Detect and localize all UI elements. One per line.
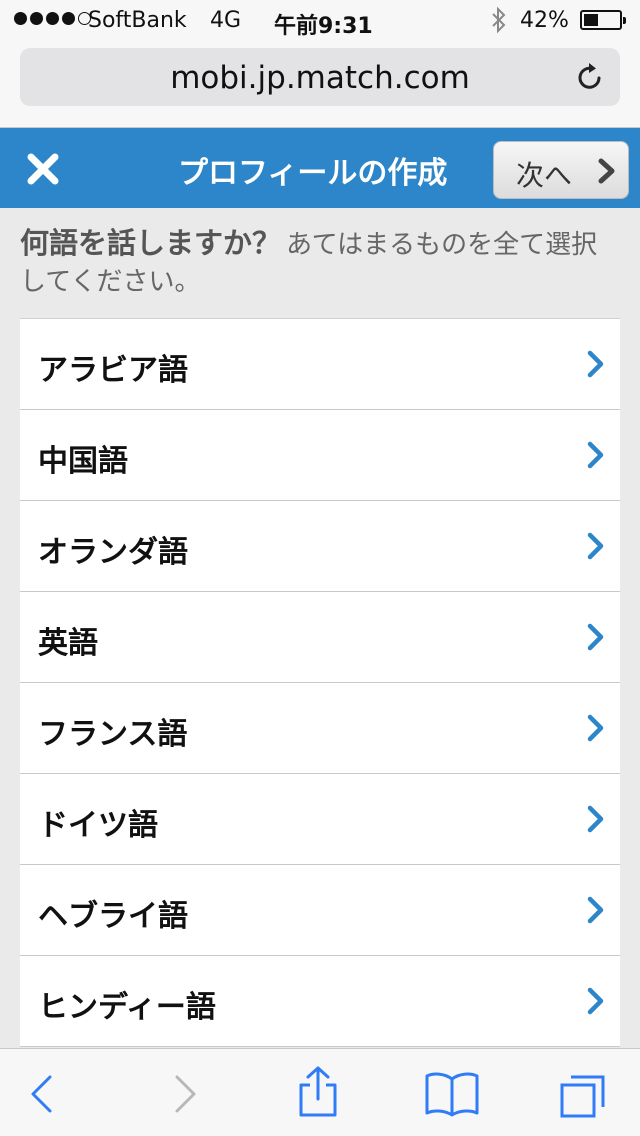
content-area: 何語を話しますか？ あてはまるものを全て選択してください。 アラビア語 中国語 …: [0, 208, 640, 1048]
chevron-right-icon: [598, 158, 615, 184]
next-button-label: 次へ: [516, 159, 573, 192]
close-icon[interactable]: [22, 148, 64, 190]
tabs-icon[interactable]: [557, 1069, 609, 1119]
language-item-hindi[interactable]: ヒンディー語: [20, 956, 620, 1047]
question-block: 何語を話しますか？ あてはまるものを全て選択してください。: [20, 226, 620, 302]
language-item-chinese[interactable]: 中国語: [20, 410, 620, 501]
forward-icon[interactable]: [160, 1069, 210, 1119]
chevron-right-icon: [587, 805, 604, 833]
list-item-label: フランス語: [38, 717, 188, 752]
status-bar: SoftBank 4G 午前9:31 42%: [0, 0, 640, 40]
list-item-label: 中国語: [38, 444, 128, 479]
battery-percent: 42%: [520, 8, 569, 33]
language-item-dutch[interactable]: オランダ語: [20, 501, 620, 592]
carrier-name: SoftBank: [88, 8, 187, 33]
signal-strength-icon: [14, 12, 91, 25]
battery-icon: [580, 10, 626, 30]
app-header: プロフィールの作成 次へ: [0, 128, 640, 208]
next-button[interactable]: 次へ: [493, 141, 629, 199]
language-item-arabic[interactable]: アラビア語: [20, 319, 620, 410]
language-item-german[interactable]: ドイツ語: [20, 774, 620, 865]
list-item-label: ヘブライ語: [38, 899, 188, 934]
list-item-label: オランダ語: [38, 535, 188, 570]
list-item-label: 英語: [38, 626, 98, 661]
list-item-label: ヒンディー語: [38, 990, 216, 1025]
chevron-right-icon: [587, 350, 604, 378]
language-item-english[interactable]: 英語: [20, 592, 620, 683]
url-field[interactable]: mobi.jp.match.com: [20, 48, 620, 106]
chevron-right-icon: [587, 987, 604, 1015]
list-item-label: アラビア語: [38, 353, 188, 388]
share-icon[interactable]: [293, 1065, 343, 1119]
browser-address-bar: mobi.jp.match.com: [0, 40, 640, 128]
battery-fill: [584, 14, 598, 26]
chevron-right-icon: [587, 441, 604, 469]
chevron-right-icon: [587, 532, 604, 560]
chevron-right-icon: [587, 896, 604, 924]
back-icon[interactable]: [17, 1069, 67, 1119]
language-item-hebrew[interactable]: ヘブライ語: [20, 865, 620, 956]
chevron-right-icon: [587, 623, 604, 651]
language-list: アラビア語 中国語 オランダ語 英語 フランス語 ドイツ語 ヘブライ語 ヒンディ…: [20, 318, 620, 1047]
url-text: mobi.jp.match.com: [170, 60, 470, 96]
language-item-french[interactable]: フランス語: [20, 683, 620, 774]
screen: SoftBank 4G 午前9:31 42% mobi.jp.match.com…: [0, 0, 640, 1136]
clock: 午前9:31: [274, 14, 373, 39]
page-title: プロフィールの作成: [178, 156, 448, 191]
network-type: 4G: [210, 8, 242, 33]
browser-toolbar: [0, 1048, 640, 1136]
question-title: 何語を話しますか？: [20, 226, 282, 260]
reload-icon[interactable]: [574, 61, 606, 93]
bookmarks-icon[interactable]: [424, 1069, 480, 1119]
bluetooth-icon: [492, 6, 506, 34]
list-item-label: ドイツ語: [38, 808, 158, 843]
chevron-right-icon: [587, 714, 604, 742]
